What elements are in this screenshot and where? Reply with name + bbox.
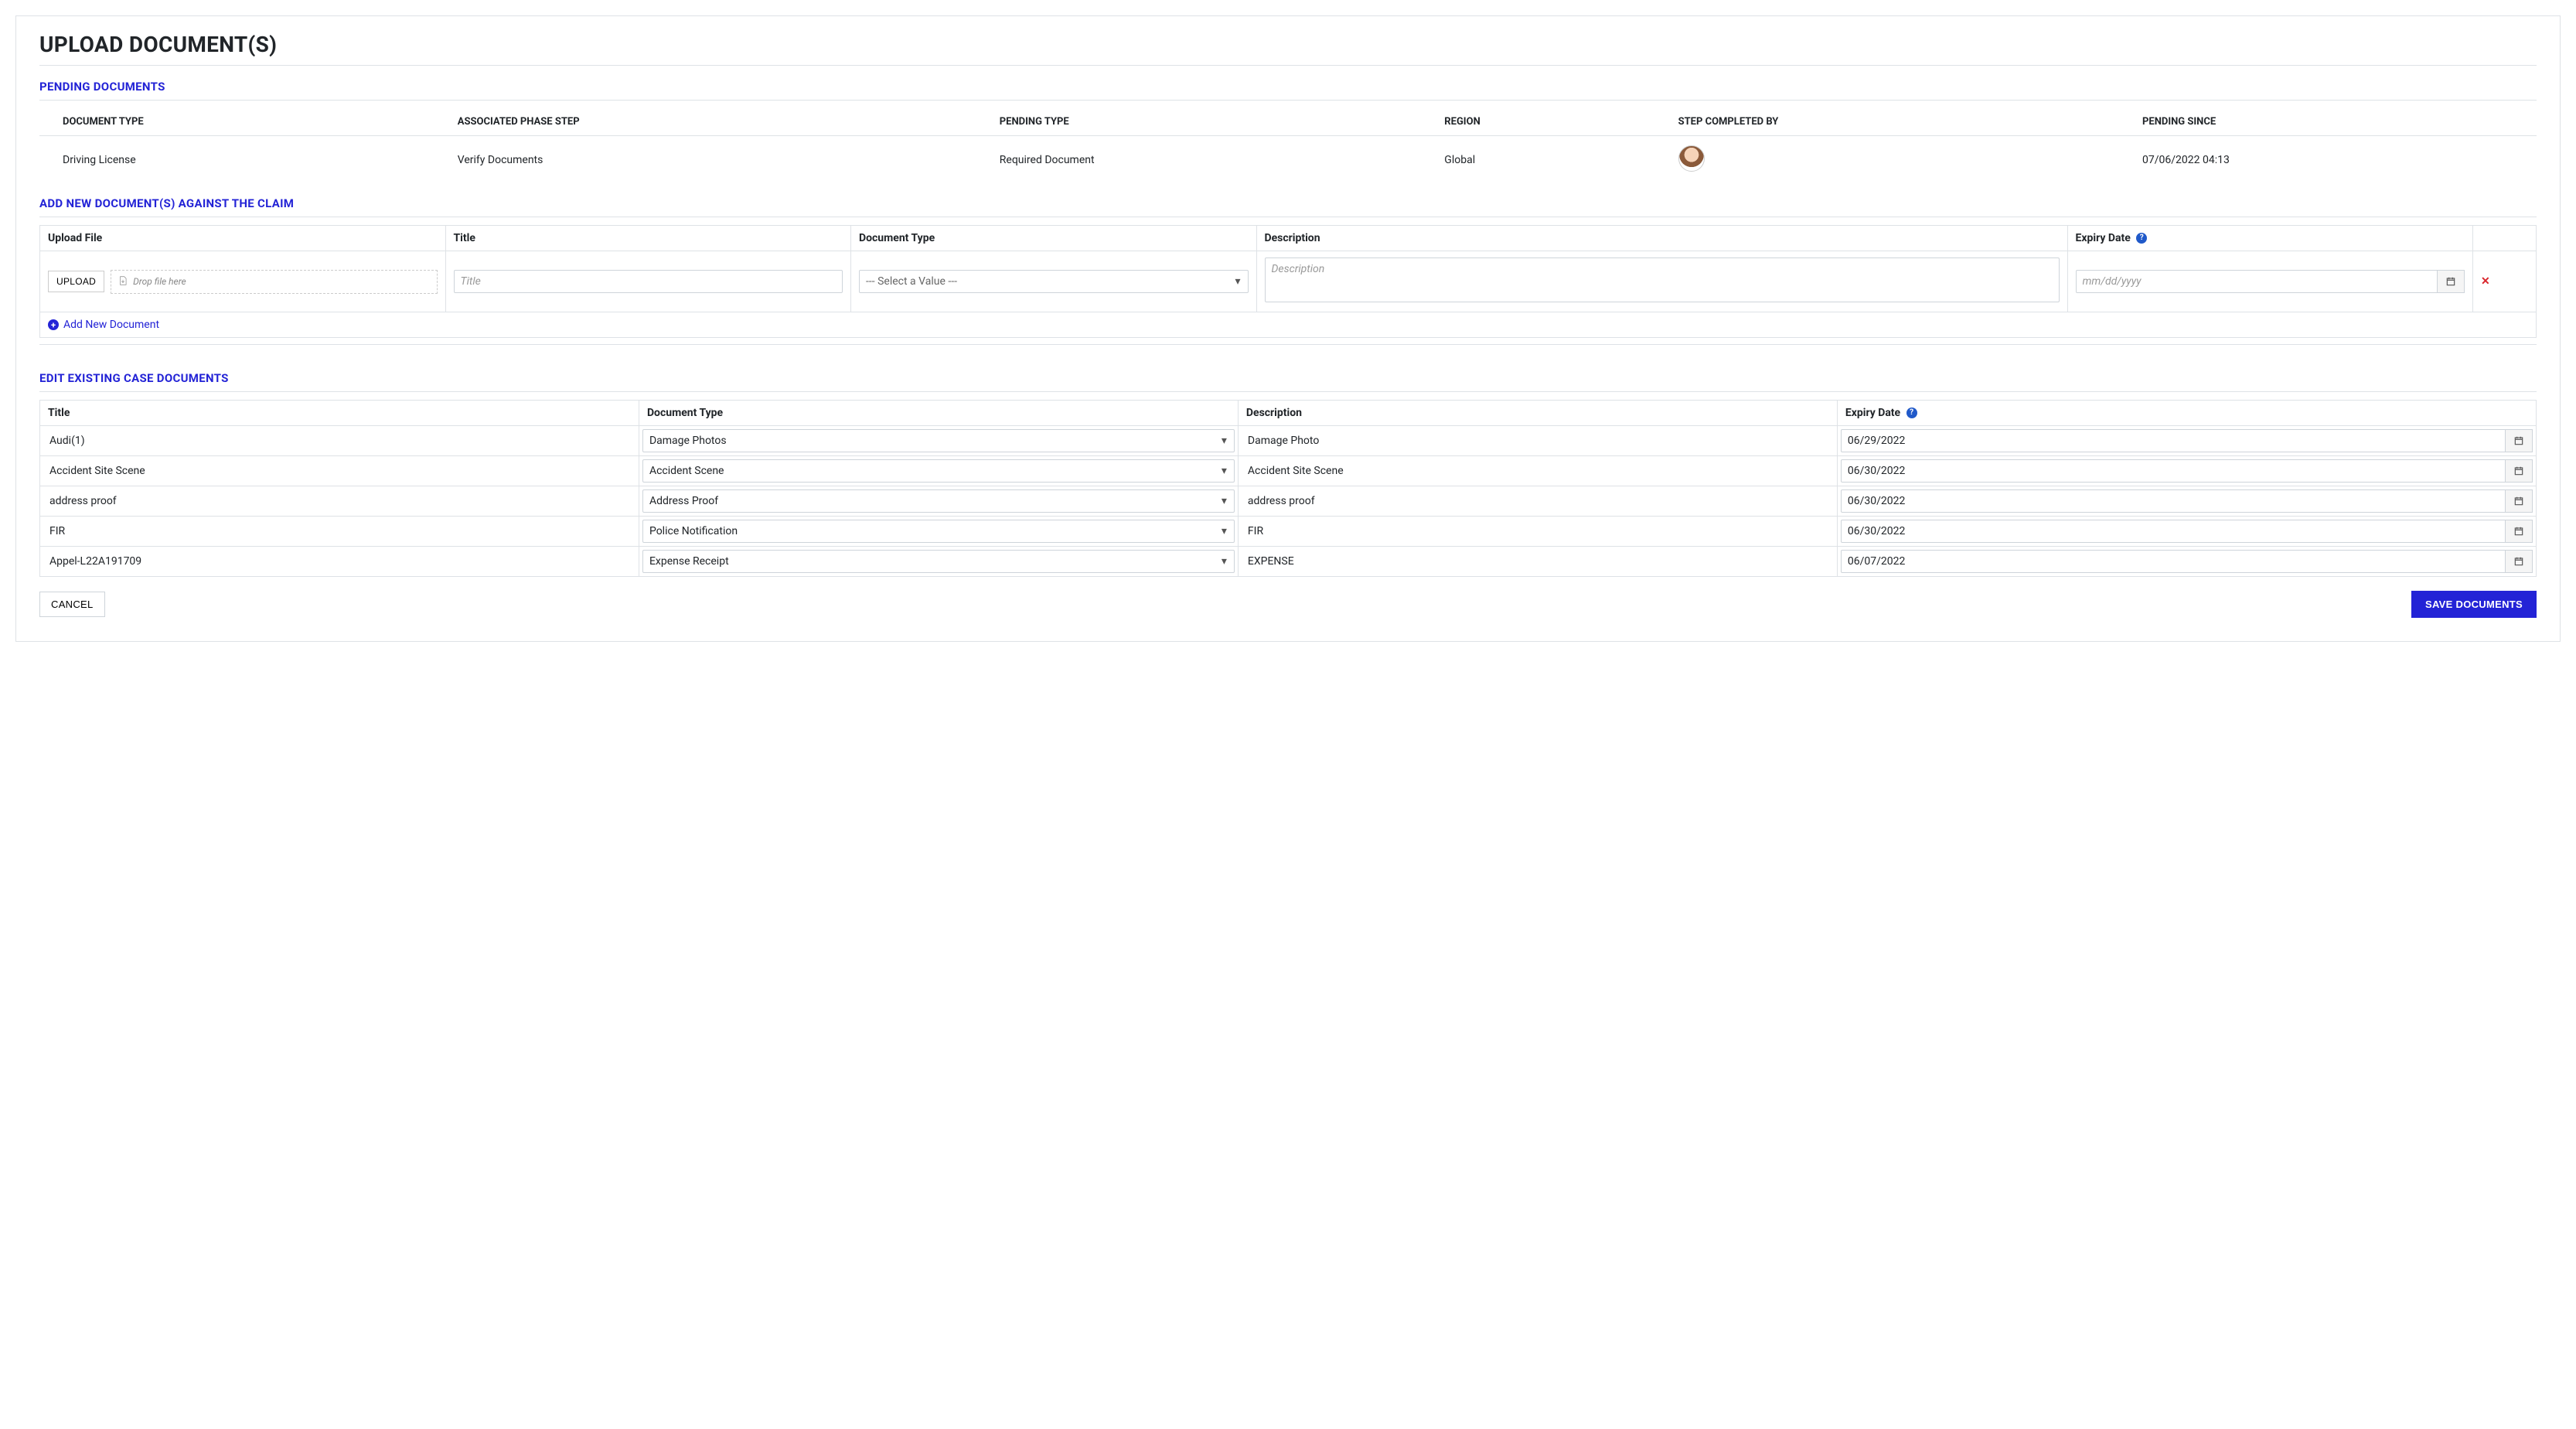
pending-ptype: Required Document [976, 136, 1422, 185]
pending-region: Global [1421, 136, 1654, 185]
calendar-button[interactable] [2438, 270, 2465, 293]
existing-header-title: Title [40, 401, 639, 426]
cancel-button[interactable]: CANCEL [39, 592, 105, 617]
calendar-button[interactable] [2506, 550, 2533, 573]
add-new-document-label: Add New Document [63, 319, 159, 331]
existing-title[interactable]: address proof [43, 490, 635, 512]
pending-doctype: Driving License [39, 136, 434, 185]
plus-circle-icon: + [48, 319, 59, 330]
table-row: Appel-L22A191709Expense Receipt▾EXPENSE [40, 547, 2537, 577]
addnew-table: Upload File Title Document Type Descript… [39, 225, 2537, 338]
doctype-select[interactable]: --- Select a Value --- [859, 270, 1249, 293]
calendar-icon [2513, 466, 2524, 476]
existing-section-title: EDIT EXISTING CASE DOCUMENTS [39, 367, 2537, 392]
calendar-icon [2513, 526, 2524, 537]
calendar-icon [2445, 276, 2456, 287]
existing-expiry-input[interactable] [1841, 429, 2506, 452]
addnew-section-title: ADD NEW DOCUMENT(S) AGAINST THE CLAIM [39, 192, 2537, 217]
addnew-header-delete [2473, 226, 2537, 251]
existing-description[interactable]: address proof [1242, 490, 1834, 512]
file-drop-icon [118, 275, 128, 288]
existing-description[interactable]: Accident Site Scene [1242, 460, 1834, 482]
existing-title[interactable]: Appel-L22A191709 [43, 551, 635, 572]
table-row: FIRPolice Notification▾FIR [40, 517, 2537, 547]
pending-row: Driving License Verify Documents Require… [39, 136, 2537, 185]
close-icon: ✕ [2481, 275, 2490, 288]
avatar [1678, 145, 1705, 172]
table-row: Accident Site SceneAccident Scene▾Accide… [40, 456, 2537, 486]
existing-description[interactable]: FIR [1242, 520, 1834, 542]
existing-description[interactable]: EXPENSE [1242, 551, 1834, 572]
calendar-icon [2513, 496, 2524, 506]
expiry-date-input[interactable] [2076, 270, 2438, 293]
pending-header-completedby: STEP COMPLETED BY [1655, 108, 2119, 136]
existing-doctype-select[interactable]: Damage Photos [642, 429, 1235, 452]
addnew-header-doctype: Document Type [851, 226, 1257, 251]
upload-panel: UPLOAD DOCUMENT(S) PENDING DOCUMENTS DOC… [15, 15, 2561, 642]
existing-table: Title Document Type Description Expiry D… [39, 400, 2537, 577]
help-icon[interactable]: ? [1906, 408, 1917, 418]
pending-header-region: REGION [1421, 108, 1654, 136]
addnew-header-title: Title [445, 226, 851, 251]
existing-header-description: Description [1238, 401, 1837, 426]
calendar-button[interactable] [2506, 489, 2533, 513]
existing-title[interactable]: Audi(1) [43, 430, 635, 452]
existing-expiry-input[interactable] [1841, 489, 2506, 513]
addnew-row: UPLOAD Drop file here [40, 251, 2537, 312]
calendar-icon [2513, 435, 2524, 446]
pending-completedby [1655, 136, 2119, 185]
pending-header-since: PENDING SINCE [2119, 108, 2537, 136]
existing-title[interactable]: Accident Site Scene [43, 460, 635, 482]
calendar-icon [2513, 556, 2524, 567]
calendar-button[interactable] [2506, 520, 2533, 543]
description-textarea[interactable] [1265, 257, 2060, 302]
calendar-button[interactable] [2506, 459, 2533, 483]
existing-description[interactable]: Damage Photo [1242, 430, 1834, 452]
title-input[interactable] [454, 270, 843, 293]
delete-row-button[interactable]: ✕ [2473, 251, 2537, 312]
help-icon[interactable]: ? [2136, 233, 2147, 244]
upload-button[interactable]: UPLOAD [48, 271, 104, 292]
existing-title[interactable]: FIR [43, 520, 635, 542]
existing-header-expiry: Expiry Date ? [1837, 401, 2536, 426]
existing-header-doctype: Document Type [639, 401, 1238, 426]
addnew-header-description: Description [1256, 226, 2067, 251]
existing-doctype-select[interactable]: Expense Receipt [642, 550, 1235, 573]
drop-file-hint: Drop file here [133, 276, 186, 287]
calendar-button[interactable] [2506, 429, 2533, 452]
pending-table: DOCUMENT TYPE ASSOCIATED PHASE STEP PEND… [39, 108, 2537, 184]
pending-header-phase: ASSOCIATED PHASE STEP [434, 108, 976, 136]
pending-header-ptype: PENDING TYPE [976, 108, 1422, 136]
existing-expiry-input[interactable] [1841, 520, 2506, 543]
page-title: UPLOAD DOCUMENT(S) [39, 32, 2537, 66]
save-documents-button[interactable]: SAVE DOCUMENTS [2411, 591, 2537, 618]
existing-expiry-label: Expiry Date [1845, 407, 1900, 419]
existing-expiry-input[interactable] [1841, 550, 2506, 573]
table-row: address proofAddress Proof▾address proof [40, 486, 2537, 517]
add-new-document-link[interactable]: + Add New Document [40, 312, 2536, 337]
drop-file-area[interactable]: Drop file here [111, 270, 437, 294]
table-row: Audi(1)Damage Photos▾Damage Photo [40, 426, 2537, 456]
addnew-expiry-label: Expiry Date [2076, 232, 2131, 244]
existing-doctype-select[interactable]: Accident Scene [642, 459, 1235, 483]
pending-section-title: PENDING DOCUMENTS [39, 75, 2537, 101]
pending-header-doctype: DOCUMENT TYPE [39, 108, 434, 136]
pending-since: 07/06/2022 04:13 [2119, 136, 2537, 185]
existing-doctype-select[interactable]: Address Proof [642, 489, 1235, 513]
button-row: CANCEL SAVE DOCUMENTS [39, 591, 2537, 618]
addnew-header-expiry: Expiry Date ? [2067, 226, 2473, 251]
existing-doctype-select[interactable]: Police Notification [642, 520, 1235, 543]
addnew-header-upload: Upload File [40, 226, 446, 251]
existing-expiry-input[interactable] [1841, 459, 2506, 483]
pending-phase: Verify Documents [434, 136, 976, 185]
